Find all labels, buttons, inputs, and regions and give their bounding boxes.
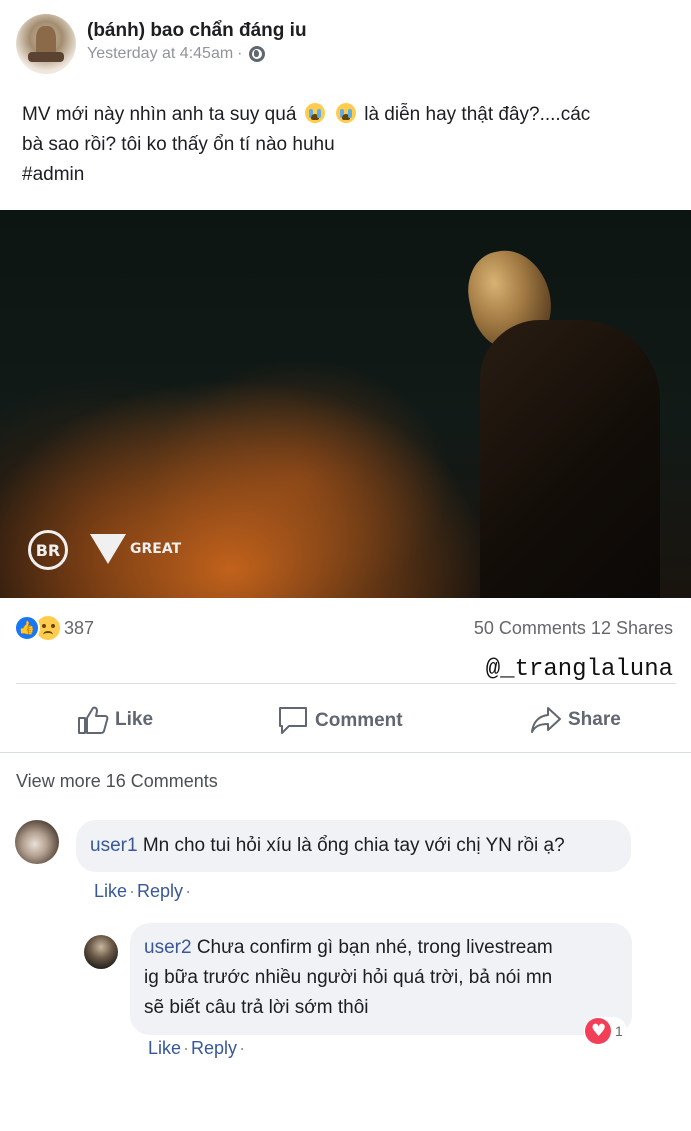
reply-text-line1: Chưa confirm gì bạn nhé, trong livestrea… bbox=[196, 937, 553, 958]
comment-button-label: Comment bbox=[315, 710, 403, 731]
separator: · bbox=[129, 881, 136, 901]
reply-reaction-badge[interactable]: 1 bbox=[584, 1017, 627, 1045]
reply-actions: Like · Reply · bbox=[148, 1038, 247, 1059]
br-logo-text: BR bbox=[35, 540, 61, 560]
br-logo: BR bbox=[28, 530, 68, 570]
reply-text-line2: ig bữa trước nhiều người hỏi quá trời, b… bbox=[144, 967, 553, 988]
share-button[interactable]: Share bbox=[530, 705, 621, 735]
thumbs-up-icon bbox=[78, 706, 109, 734]
share-icon bbox=[531, 707, 561, 733]
globe-icon[interactable] bbox=[248, 46, 265, 62]
post-header: (bánh) bao chẩn đáng iu Yesterday at 4:4… bbox=[16, 14, 676, 76]
action-bar: Like Comment Share bbox=[0, 697, 691, 749]
divider bbox=[16, 683, 676, 684]
comment-reply-link[interactable]: Reply bbox=[137, 881, 183, 901]
separator: · bbox=[183, 1038, 190, 1058]
post-meta: Yesterday at 4:45am · bbox=[87, 45, 265, 63]
loudly-crying-face-icon bbox=[304, 103, 325, 123]
user1-avatar[interactable] bbox=[15, 820, 59, 864]
comment-author[interactable]: user1 bbox=[90, 835, 138, 856]
post-hashtag[interactable]: #admin bbox=[22, 164, 84, 185]
share-button-label: Share bbox=[568, 709, 621, 730]
great-logo-mark bbox=[90, 534, 126, 564]
comment-text: Mn cho tui hỏi xíu là ổng chia tay với c… bbox=[142, 835, 565, 856]
post-text-line2: bà sao rồi? tôi ko thấy ổn tí nào huhu bbox=[22, 134, 335, 155]
post-image[interactable]: BR GREAT bbox=[0, 210, 691, 598]
watermark: @_tranglaluna bbox=[485, 656, 673, 683]
image-person-silhouette bbox=[460, 242, 670, 598]
post-timestamp[interactable]: Yesterday at 4:45am bbox=[87, 45, 233, 63]
post-text-line1-b: là diễn hay thật đây?....các bbox=[364, 104, 591, 125]
separator: · bbox=[185, 881, 192, 901]
meta-separator: · bbox=[237, 45, 243, 62]
reply-text-line3: sẽ biết câu trả lời sớm thôi bbox=[144, 997, 369, 1018]
reply-like-link[interactable]: Like bbox=[148, 1038, 181, 1058]
comment-icon bbox=[279, 707, 307, 734]
comment-button[interactable]: Comment bbox=[277, 705, 403, 737]
page-avatar[interactable] bbox=[16, 14, 76, 74]
divider bbox=[0, 752, 691, 753]
like-button-label: Like bbox=[115, 709, 154, 730]
reply-author[interactable]: user2 bbox=[144, 937, 192, 958]
avatar-figure-base bbox=[28, 52, 64, 62]
great-logo: GREAT bbox=[90, 534, 181, 564]
loudly-crying-face-icon bbox=[335, 103, 356, 123]
post-text-line1-a: MV mới này nhìn anh ta suy quá bbox=[22, 104, 297, 125]
like-button[interactable]: Like bbox=[77, 705, 153, 735]
like-icon bbox=[14, 615, 40, 641]
view-more-comments-link[interactable]: View more 16 Comments bbox=[16, 771, 218, 792]
reply-reply-link[interactable]: Reply bbox=[191, 1038, 237, 1058]
comment-bubble: user1 Mn cho tui hỏi xíu là ổng chia tay… bbox=[76, 820, 631, 872]
great-logo-text: GREAT bbox=[130, 541, 182, 557]
reactions-summary[interactable]: 387 bbox=[14, 614, 94, 642]
user2-avatar[interactable] bbox=[84, 935, 118, 969]
separator: · bbox=[239, 1038, 246, 1058]
reply-bubble: user2 Chưa confirm gì bạn nhé, trong liv… bbox=[130, 923, 632, 1035]
post-text: MV mới này nhìn anh ta suy quá là diễn h… bbox=[22, 100, 662, 190]
page-name[interactable]: (bánh) bao chẩn đáng iu bbox=[87, 20, 307, 42]
comment-actions: Like · Reply · bbox=[94, 881, 193, 902]
image-person-body bbox=[480, 320, 660, 598]
reaction-count[interactable]: 387 bbox=[64, 618, 94, 639]
comment-like-link[interactable]: Like bbox=[94, 881, 127, 901]
comments-shares-count[interactable]: 50 Comments 12 Shares bbox=[474, 618, 673, 639]
reply-reaction-count: 1 bbox=[615, 1023, 623, 1039]
heart-icon bbox=[585, 1018, 611, 1044]
